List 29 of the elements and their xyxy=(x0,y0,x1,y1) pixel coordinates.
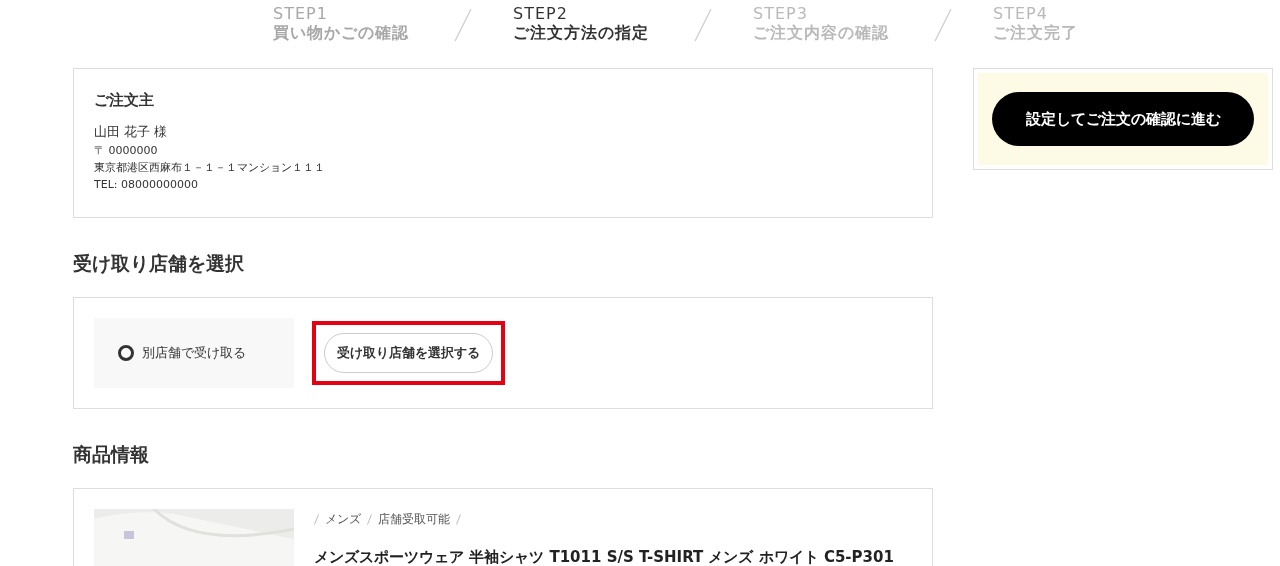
customer-name: 山田 花子 様 xyxy=(94,123,169,141)
proceed-button[interactable]: 設定してご注文の確認に進む xyxy=(992,92,1254,146)
step-number: STEP4 xyxy=(993,4,1049,23)
phone-number: TEL: 08000000000 xyxy=(94,177,199,193)
product-name: メンズスポーツウェア 半袖シャツ T1011 S/S T-SHIRT メンズ ホワイト C5-P301 xyxy=(314,548,894,566)
option-label: 別店舗で受け取る xyxy=(142,344,246,362)
slash-icon xyxy=(693,8,713,42)
category-link[interactable]: メンズ xyxy=(325,511,361,528)
step-number: STEP2 xyxy=(513,4,569,23)
section-heading: 商品情報 xyxy=(73,442,150,466)
select-store-button[interactable]: 受け取り店舗を選択する xyxy=(324,333,493,373)
step-title: ご注文完了 xyxy=(993,23,1079,42)
card-heading: ご注文主 xyxy=(94,91,155,110)
radio-option[interactable]: 別店舗で受け取る xyxy=(94,318,294,388)
address-text: 東京都港区西麻布１－１－１マンション１１１ xyxy=(94,160,326,176)
postal-code: 〒 0000000 xyxy=(94,143,159,159)
slash-icon xyxy=(314,514,319,525)
step-number: STEP1 xyxy=(273,4,329,23)
step-title: ご注文方法の指定 xyxy=(513,23,650,42)
slash-icon xyxy=(456,514,461,525)
section-heading: 受け取り店舗を選択 xyxy=(73,251,245,275)
step-title: 買い物かごの確認 xyxy=(273,23,410,42)
radio-button[interactable] xyxy=(118,345,134,361)
step-number: STEP3 xyxy=(753,4,809,23)
slash-icon xyxy=(933,8,953,42)
category-link[interactable]: 店舗受取可能 xyxy=(378,511,450,528)
step-title: ご注文内容の確認 xyxy=(753,23,890,42)
slash-icon xyxy=(453,8,473,42)
slash-icon xyxy=(367,514,372,525)
